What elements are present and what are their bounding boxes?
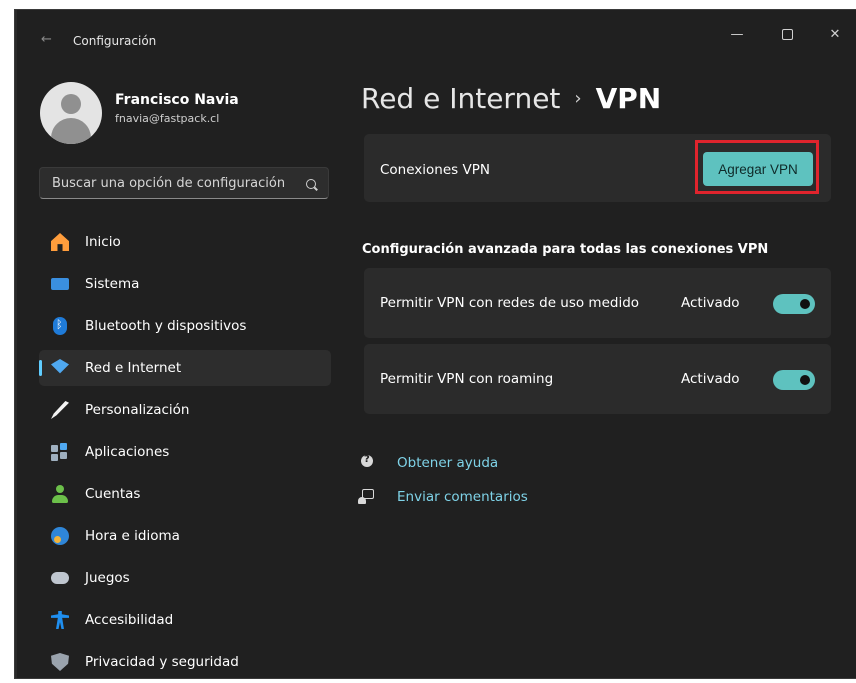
sidebar-item-hora-e-idioma[interactable]: Hora e idioma xyxy=(39,518,331,554)
sidebar-item-sistema[interactable]: Sistema xyxy=(39,266,331,302)
setting-metered-networks: Permitir VPN con redes de uso medido Act… xyxy=(364,268,831,338)
settings-window: ← Configuración — ✕ Francisco Navia fnav… xyxy=(14,9,856,679)
globe-clock-icon xyxy=(51,527,69,545)
sidebar-nav: Inicio Sistema Bluetooth y dispositivos … xyxy=(39,224,331,678)
sidebar-item-aplicaciones[interactable]: Aplicaciones xyxy=(39,434,331,470)
maximize-icon xyxy=(781,29,793,40)
sidebar-item-label: Personalización xyxy=(85,402,190,418)
gamepad-icon xyxy=(51,572,69,584)
toggle-knob xyxy=(800,375,810,385)
sidebar-item-cuentas[interactable]: Cuentas xyxy=(39,476,331,512)
monitor-icon xyxy=(51,278,69,290)
toggle-state-label: Activado xyxy=(681,295,740,311)
sidebar-item-label: Privacidad y seguridad xyxy=(85,654,239,670)
user-name: Francisco Navia xyxy=(115,92,239,108)
chevron-right-icon: › xyxy=(574,88,582,109)
sidebar-item-red-e-internet[interactable]: Red e Internet xyxy=(39,350,331,386)
sidebar-item-label: Hora e idioma xyxy=(85,528,180,544)
sidebar-item-label: Sistema xyxy=(85,276,140,292)
apps-icon xyxy=(51,443,69,461)
search-placeholder: Buscar una opción de configuración xyxy=(52,176,286,191)
sidebar-item-privacidad[interactable]: Privacidad y seguridad xyxy=(39,644,331,678)
avatar[interactable] xyxy=(40,82,102,144)
sidebar-item-personalizacion[interactable]: Personalización xyxy=(39,392,331,428)
toggle-state-label: Activado xyxy=(681,371,740,387)
metered-vpn-toggle[interactable] xyxy=(773,294,815,314)
bluetooth-icon xyxy=(53,317,67,335)
sidebar-item-juegos[interactable]: Juegos xyxy=(39,560,331,596)
maximize-button[interactable] xyxy=(767,22,807,48)
roaming-vpn-toggle[interactable] xyxy=(773,370,815,390)
avatar-body xyxy=(51,118,91,144)
setting-label: Permitir VPN con roaming xyxy=(380,371,554,387)
setting-roaming: Permitir VPN con roaming Activado xyxy=(364,344,831,414)
sidebar-item-bluetooth[interactable]: Bluetooth y dispositivos xyxy=(39,308,331,344)
sidebar-item-label: Aplicaciones xyxy=(85,444,170,460)
avatar-head xyxy=(61,94,81,114)
sidebar-item-inicio[interactable]: Inicio xyxy=(39,224,331,260)
advanced-settings-heading: Configuración avanzada para todas las co… xyxy=(362,242,769,257)
minimize-button[interactable]: — xyxy=(717,22,757,48)
page-title: VPN xyxy=(595,82,662,115)
breadcrumb-parent[interactable]: Red e Internet xyxy=(361,82,560,115)
sidebar-item-label: Red e Internet xyxy=(85,360,182,376)
sidebar-item-label: Inicio xyxy=(85,234,121,250)
sidebar-item-label: Bluetooth y dispositivos xyxy=(85,318,247,334)
toggle-knob xyxy=(800,299,810,309)
accessibility-icon xyxy=(51,611,69,629)
title-bar: ← Configuración — ✕ xyxy=(15,10,856,50)
sidebar-item-accesibilidad[interactable]: Accesibilidad xyxy=(39,602,331,638)
vpn-connections-label: Conexiones VPN xyxy=(380,162,490,178)
sidebar-item-label: Cuentas xyxy=(85,486,141,502)
window-left-edge xyxy=(15,10,17,678)
sidebar-item-label: Juegos xyxy=(85,570,130,586)
user-email: fnavia@fastpack.cl xyxy=(115,112,220,125)
close-button[interactable]: ✕ xyxy=(815,22,855,48)
get-help-label[interactable]: Obtener ayuda xyxy=(397,455,498,471)
highlight-annotation xyxy=(695,140,819,194)
home-icon xyxy=(51,233,69,251)
shield-icon xyxy=(51,653,69,671)
sidebar-item-label: Accesibilidad xyxy=(85,612,174,628)
brush-icon xyxy=(51,401,69,419)
search-icon[interactable] xyxy=(306,179,316,189)
setting-label: Permitir VPN con redes de uso medido xyxy=(380,295,640,311)
arrow-left-icon[interactable]: ← xyxy=(41,32,52,47)
person-icon xyxy=(51,485,69,503)
send-feedback-label[interactable]: Enviar comentarios xyxy=(397,489,528,505)
help-icon xyxy=(361,454,373,467)
app-title: Configuración xyxy=(73,34,157,48)
wifi-icon xyxy=(51,359,69,374)
search-input[interactable]: Buscar una opción de configuración xyxy=(39,167,329,199)
breadcrumb: Red e Internet › VPN xyxy=(361,82,661,115)
